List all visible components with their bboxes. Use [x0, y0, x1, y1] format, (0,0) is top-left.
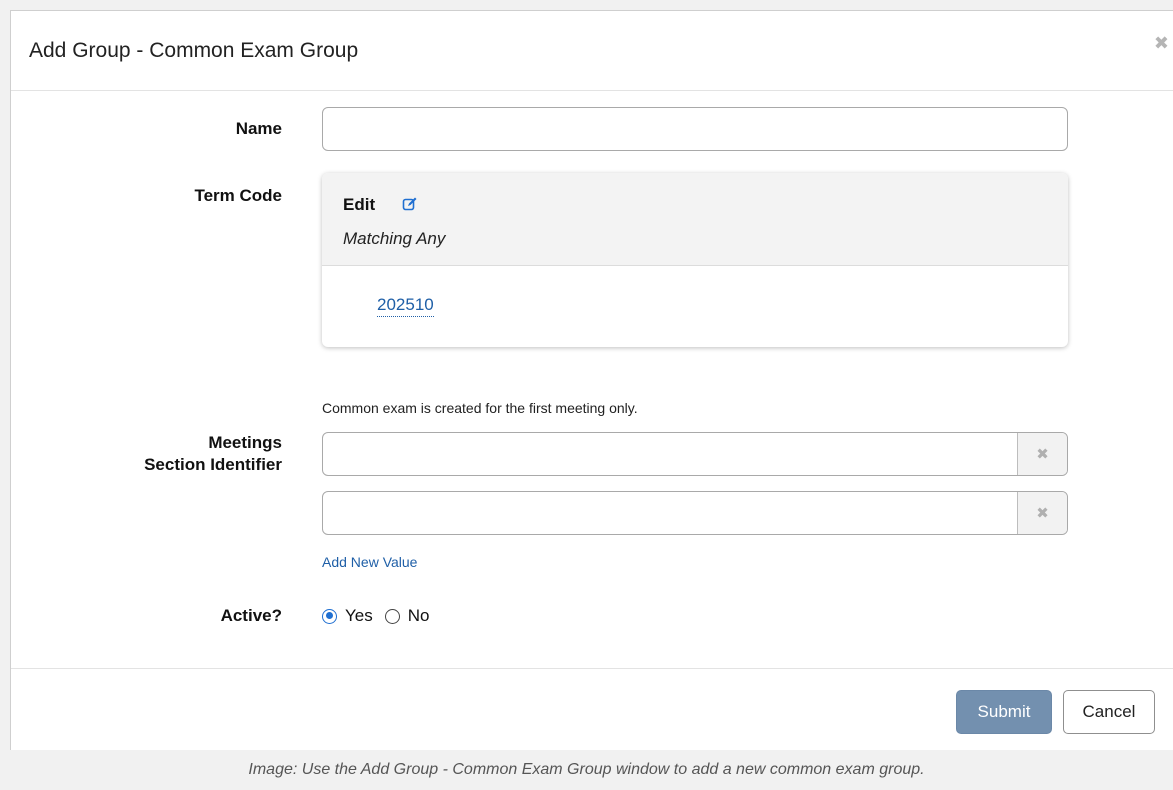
active-radio-group: Yes No [322, 606, 429, 626]
cancel-button[interactable]: Cancel [1063, 690, 1155, 734]
section-identifier-input-1[interactable] [323, 433, 1019, 475]
edit-icon[interactable] [402, 196, 418, 212]
section-identifier-row: ✖ [322, 491, 1068, 535]
name-label: Name [235, 119, 282, 138]
meetings-note: Common exam is created for the first mee… [322, 400, 638, 416]
active-no-radio[interactable] [384, 608, 400, 624]
meetings-label-line1: Meetings [208, 433, 282, 452]
section-identifier-input-2[interactable] [323, 492, 1019, 534]
section-identifier-row: ✖ [322, 432, 1068, 476]
close-icon[interactable]: ✖ [1154, 33, 1169, 54]
meetings-label: Meetings Section Identifier [144, 432, 282, 476]
dialog-footer: Submit Cancel [11, 668, 1173, 751]
term-code-value-link[interactable]: 202510 [377, 295, 434, 317]
add-group-dialog: Add Group - Common Exam Group ✖ Name Ter… [10, 10, 1173, 750]
dialog-header: Add Group - Common Exam Group ✖ [11, 11, 1173, 91]
term-code-card: Edit Matching Any 202510 [322, 173, 1068, 347]
clear-icon[interactable]: ✖ [1017, 433, 1067, 475]
active-label: Active? [220, 606, 282, 625]
image-caption: Image: Use the Add Group - Common Exam G… [248, 761, 925, 778]
name-input[interactable] [322, 107, 1068, 151]
submit-button[interactable]: Submit [956, 690, 1052, 734]
term-code-edit-label[interactable]: Edit [343, 195, 375, 215]
term-code-label: Term Code [194, 186, 282, 205]
meetings-label-line2: Section Identifier [144, 455, 282, 474]
term-code-card-header: Edit Matching Any [322, 173, 1068, 266]
dialog-title: Add Group - Common Exam Group [29, 39, 359, 62]
add-new-value-link[interactable]: Add New Value [322, 554, 417, 570]
clear-icon[interactable]: ✖ [1017, 492, 1067, 534]
matching-any-text: Matching Any [343, 229, 446, 248]
active-yes-label[interactable]: Yes [345, 606, 373, 626]
active-yes-radio[interactable] [322, 608, 337, 624]
active-no-label[interactable]: No [408, 606, 430, 626]
